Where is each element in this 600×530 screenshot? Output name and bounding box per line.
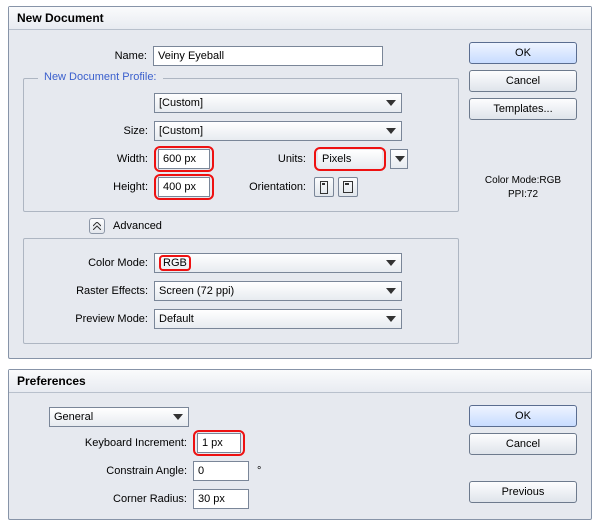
profile-fieldset: New Document Profile: [Custom] Size:	[23, 78, 459, 212]
double-chevron-up-icon	[93, 222, 101, 230]
corner-radius-label: Corner Radius:	[23, 493, 193, 505]
profile-select[interactable]: [Custom]	[154, 93, 402, 113]
constrain-angle-label: Constrain Angle:	[23, 465, 193, 477]
advanced-fieldset: Color Mode: RGB Raster Effects: Screen (…	[23, 238, 459, 344]
advanced-label: Advanced	[113, 220, 162, 232]
prefs-category-value: General	[54, 411, 93, 423]
preferences-dialog: Preferences General Keyboard Increment:	[8, 369, 592, 520]
width-highlight	[154, 146, 214, 172]
size-value: [Custom]	[159, 125, 203, 137]
size-label: Size:	[24, 125, 154, 137]
size-select[interactable]: [Custom]	[154, 121, 402, 141]
rastereffects-value: Screen (72 ppi)	[159, 285, 234, 297]
units-select[interactable]: Pixels	[318, 150, 382, 168]
keyboard-increment-highlight	[193, 430, 245, 456]
width-label: Width:	[24, 153, 154, 165]
landscape-icon	[343, 181, 353, 193]
height-label: Height:	[24, 181, 154, 193]
units-highlight: Pixels	[314, 147, 386, 171]
dialog-title: Preferences	[9, 370, 591, 393]
chevron-down-icon	[384, 284, 398, 298]
units-dropdown-button[interactable]	[390, 149, 408, 169]
previewmode-label: Preview Mode:	[24, 313, 154, 325]
chevron-down-icon	[395, 152, 405, 166]
corner-radius-input[interactable]	[193, 489, 249, 509]
dialog-title: New Document	[9, 7, 591, 30]
name-label: Name:	[23, 50, 153, 62]
meta-ppi: PPI:72	[469, 188, 577, 202]
orientation-label: Orientation:	[234, 181, 310, 193]
cancel-button[interactable]: Cancel	[469, 70, 577, 92]
height-input[interactable]	[158, 177, 210, 197]
colormode-value: RGB	[159, 255, 191, 271]
profile-legend: New Document Profile:	[38, 71, 163, 83]
new-document-dialog: New Document Name: New Document Profile:…	[8, 6, 592, 359]
height-highlight	[154, 174, 214, 200]
units-value: Pixels	[322, 153, 351, 165]
ok-button[interactable]: OK	[469, 405, 577, 427]
previous-button[interactable]: Previous	[469, 481, 577, 503]
constrain-angle-input[interactable]	[193, 461, 249, 481]
chevron-down-icon	[171, 410, 185, 424]
width-input[interactable]	[158, 149, 210, 169]
chevron-down-icon	[384, 96, 398, 110]
portrait-icon	[320, 181, 328, 194]
prefs-category-select[interactable]: General	[49, 407, 189, 427]
units-label: Units:	[252, 153, 310, 165]
orientation-portrait-button[interactable]	[314, 177, 334, 197]
colormode-label: Color Mode:	[24, 257, 154, 269]
rastereffects-select[interactable]: Screen (72 ppi)	[154, 281, 402, 301]
meta-colormode: Color Mode:RGB	[469, 174, 577, 188]
previewmode-select[interactable]: Default	[154, 309, 402, 329]
cancel-button[interactable]: Cancel	[469, 433, 577, 455]
orientation-landscape-button[interactable]	[338, 177, 358, 197]
rastereffects-label: Raster Effects:	[24, 285, 154, 297]
previewmode-value: Default	[159, 313, 194, 325]
advanced-disclosure-button[interactable]	[89, 218, 105, 234]
templates-button[interactable]: Templates...	[469, 98, 577, 120]
name-input[interactable]	[153, 46, 383, 66]
profile-value: [Custom]	[159, 97, 203, 109]
ok-button[interactable]: OK	[469, 42, 577, 64]
keyboard-increment-label: Keyboard Increment:	[23, 437, 193, 449]
chevron-down-icon	[384, 312, 398, 326]
chevron-down-icon	[384, 124, 398, 138]
colormode-select[interactable]: RGB	[154, 253, 402, 273]
chevron-down-icon	[384, 256, 398, 270]
keyboard-increment-input[interactable]	[197, 433, 241, 453]
degree-symbol: °	[253, 465, 261, 477]
